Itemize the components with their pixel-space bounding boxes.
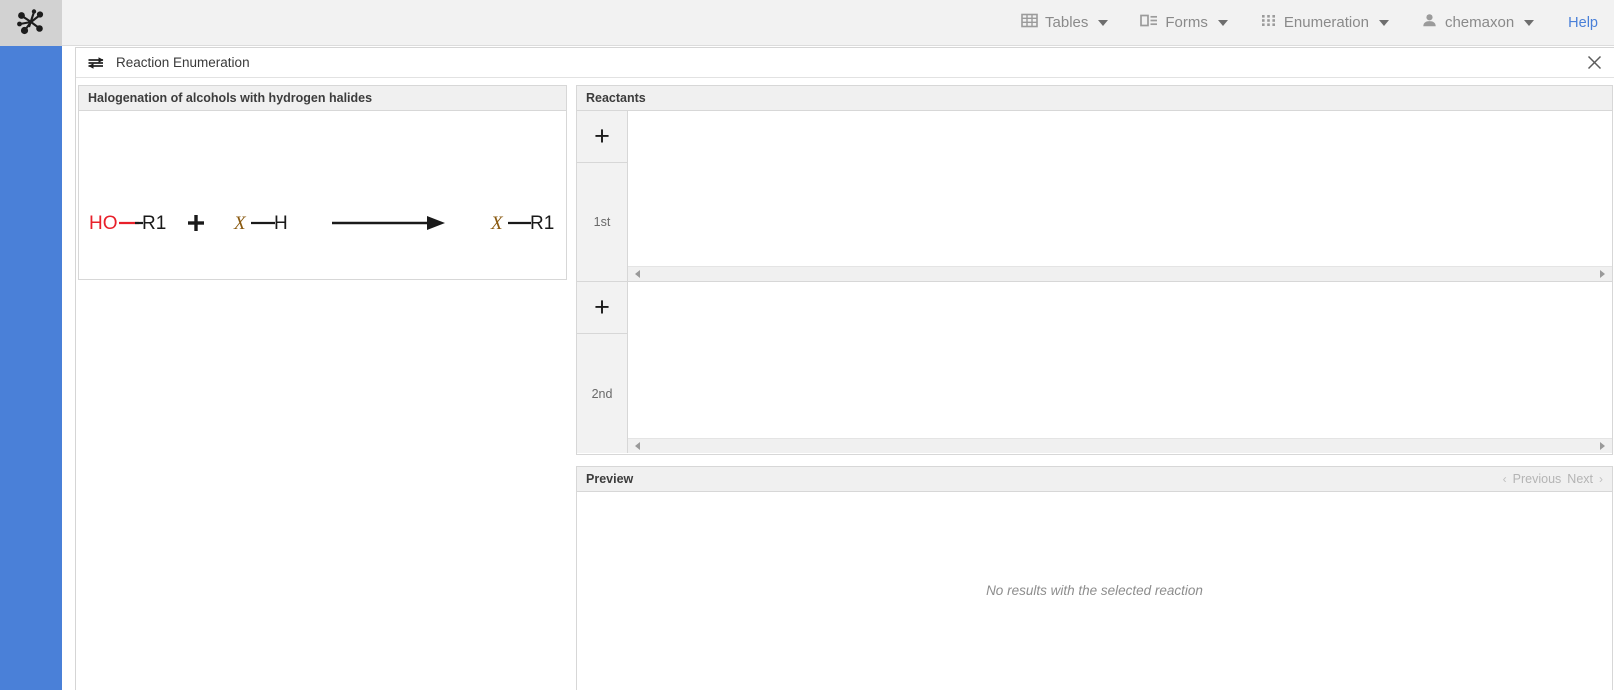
reactant-canvas-2[interactable] xyxy=(628,282,1612,438)
dots-grid-icon xyxy=(1260,12,1277,33)
chevron-down-icon xyxy=(1379,20,1389,26)
window-header: Reaction Enumeration xyxy=(76,48,1614,78)
left-sidebar-rail xyxy=(0,0,62,690)
reaction-enumeration-window: Reaction Enumeration Halogenation of alc… xyxy=(75,47,1614,690)
reactant-row-1: + 1st xyxy=(577,111,1612,282)
account-label: chemaxon xyxy=(1445,14,1514,31)
preview-empty-message: No results with the selected reaction xyxy=(986,583,1203,598)
reactant-2-horizontal-scrollbar[interactable] xyxy=(628,438,1612,453)
reaction-equilibrium-arrows-icon xyxy=(86,55,106,71)
svg-text:R1: R1 xyxy=(530,213,554,234)
reactant-gutter-1: + 1st xyxy=(577,111,628,281)
reactant-ordinal-1: 1st xyxy=(577,163,627,281)
scroll-right-arrow-icon[interactable] xyxy=(1600,442,1605,450)
top-navigation-bar: Tables Forms xyxy=(62,0,1614,46)
reactant-ordinal-2: 2nd xyxy=(577,334,627,453)
add-reactant-2-button[interactable]: + xyxy=(577,282,627,334)
preview-header: Preview ‹ Previous Next › xyxy=(577,467,1612,492)
top-menu-group: Tables Forms xyxy=(1005,6,1600,39)
svg-text:X: X xyxy=(233,213,247,234)
scroll-right-arrow-icon[interactable] xyxy=(1600,270,1605,278)
add-reactant-1-button[interactable]: + xyxy=(577,111,627,163)
scroll-left-arrow-icon[interactable] xyxy=(635,270,640,278)
preview-title: Preview xyxy=(586,472,633,486)
chevron-down-icon xyxy=(1098,20,1108,26)
next-button[interactable]: Next xyxy=(1567,472,1593,486)
scroll-left-arrow-icon[interactable] xyxy=(635,442,640,450)
menu-enumeration-label: Enumeration xyxy=(1284,14,1369,31)
previous-chevron-icon: ‹ xyxy=(1503,472,1507,486)
reactants-title: Reactants xyxy=(577,86,1612,111)
preview-panel: Preview ‹ Previous Next › No results wit… xyxy=(576,466,1613,690)
reactants-panel: Reactants + 1st xyxy=(576,85,1613,455)
reaction-scheme-drawing: HO R1 X H xyxy=(79,111,566,279)
menu-forms-label: Forms xyxy=(1165,14,1208,31)
preview-pager: ‹ Previous Next › xyxy=(1503,467,1603,491)
reaction-scheme-title: Halogenation of alcohols with hydrogen h… xyxy=(79,86,566,111)
chevron-down-icon xyxy=(1524,20,1534,26)
reaction-scheme-canvas[interactable]: HO R1 X H xyxy=(79,111,566,279)
menu-tables-label: Tables xyxy=(1045,14,1088,31)
page-title: Reaction Enumeration xyxy=(116,55,250,70)
plus-icon: + xyxy=(594,294,610,321)
next-chevron-icon: › xyxy=(1599,472,1603,486)
app-logo[interactable] xyxy=(0,0,62,46)
menu-forms[interactable]: Forms xyxy=(1124,6,1244,39)
menu-enumeration[interactable]: Enumeration xyxy=(1244,6,1405,39)
help-link[interactable]: Help xyxy=(1550,9,1600,37)
window-body: Halogenation of alcohols with hydrogen h… xyxy=(76,78,1614,690)
table-grid-icon xyxy=(1021,12,1038,33)
menu-tables[interactable]: Tables xyxy=(1005,6,1124,39)
svg-text:H: H xyxy=(274,213,288,234)
previous-button[interactable]: Previous xyxy=(1513,472,1562,486)
close-icon[interactable] xyxy=(1584,53,1604,73)
forms-layout-icon xyxy=(1140,12,1158,33)
svg-text:HO: HO xyxy=(89,213,118,234)
svg-text:R1: R1 xyxy=(142,213,166,234)
reactant-area-2 xyxy=(628,282,1612,453)
reactant-gutter-2: + 2nd xyxy=(577,282,628,453)
preview-body: No results with the selected reaction xyxy=(577,492,1612,690)
application-root: Tables Forms xyxy=(0,0,1614,690)
svg-text:X: X xyxy=(490,213,504,234)
chevron-down-icon xyxy=(1218,20,1228,26)
reactant-row-2: + 2nd xyxy=(577,282,1612,453)
reactant-canvas-1[interactable] xyxy=(628,111,1612,266)
plus-icon: + xyxy=(594,123,610,150)
reactant-area-1 xyxy=(628,111,1612,281)
menu-account[interactable]: chemaxon xyxy=(1405,6,1550,39)
reaction-scheme-panel: Halogenation of alcohols with hydrogen h… xyxy=(78,85,567,280)
reactant-1-horizontal-scrollbar[interactable] xyxy=(628,266,1612,281)
chemaxon-molecule-logo-icon xyxy=(14,7,48,39)
person-icon xyxy=(1421,12,1438,33)
